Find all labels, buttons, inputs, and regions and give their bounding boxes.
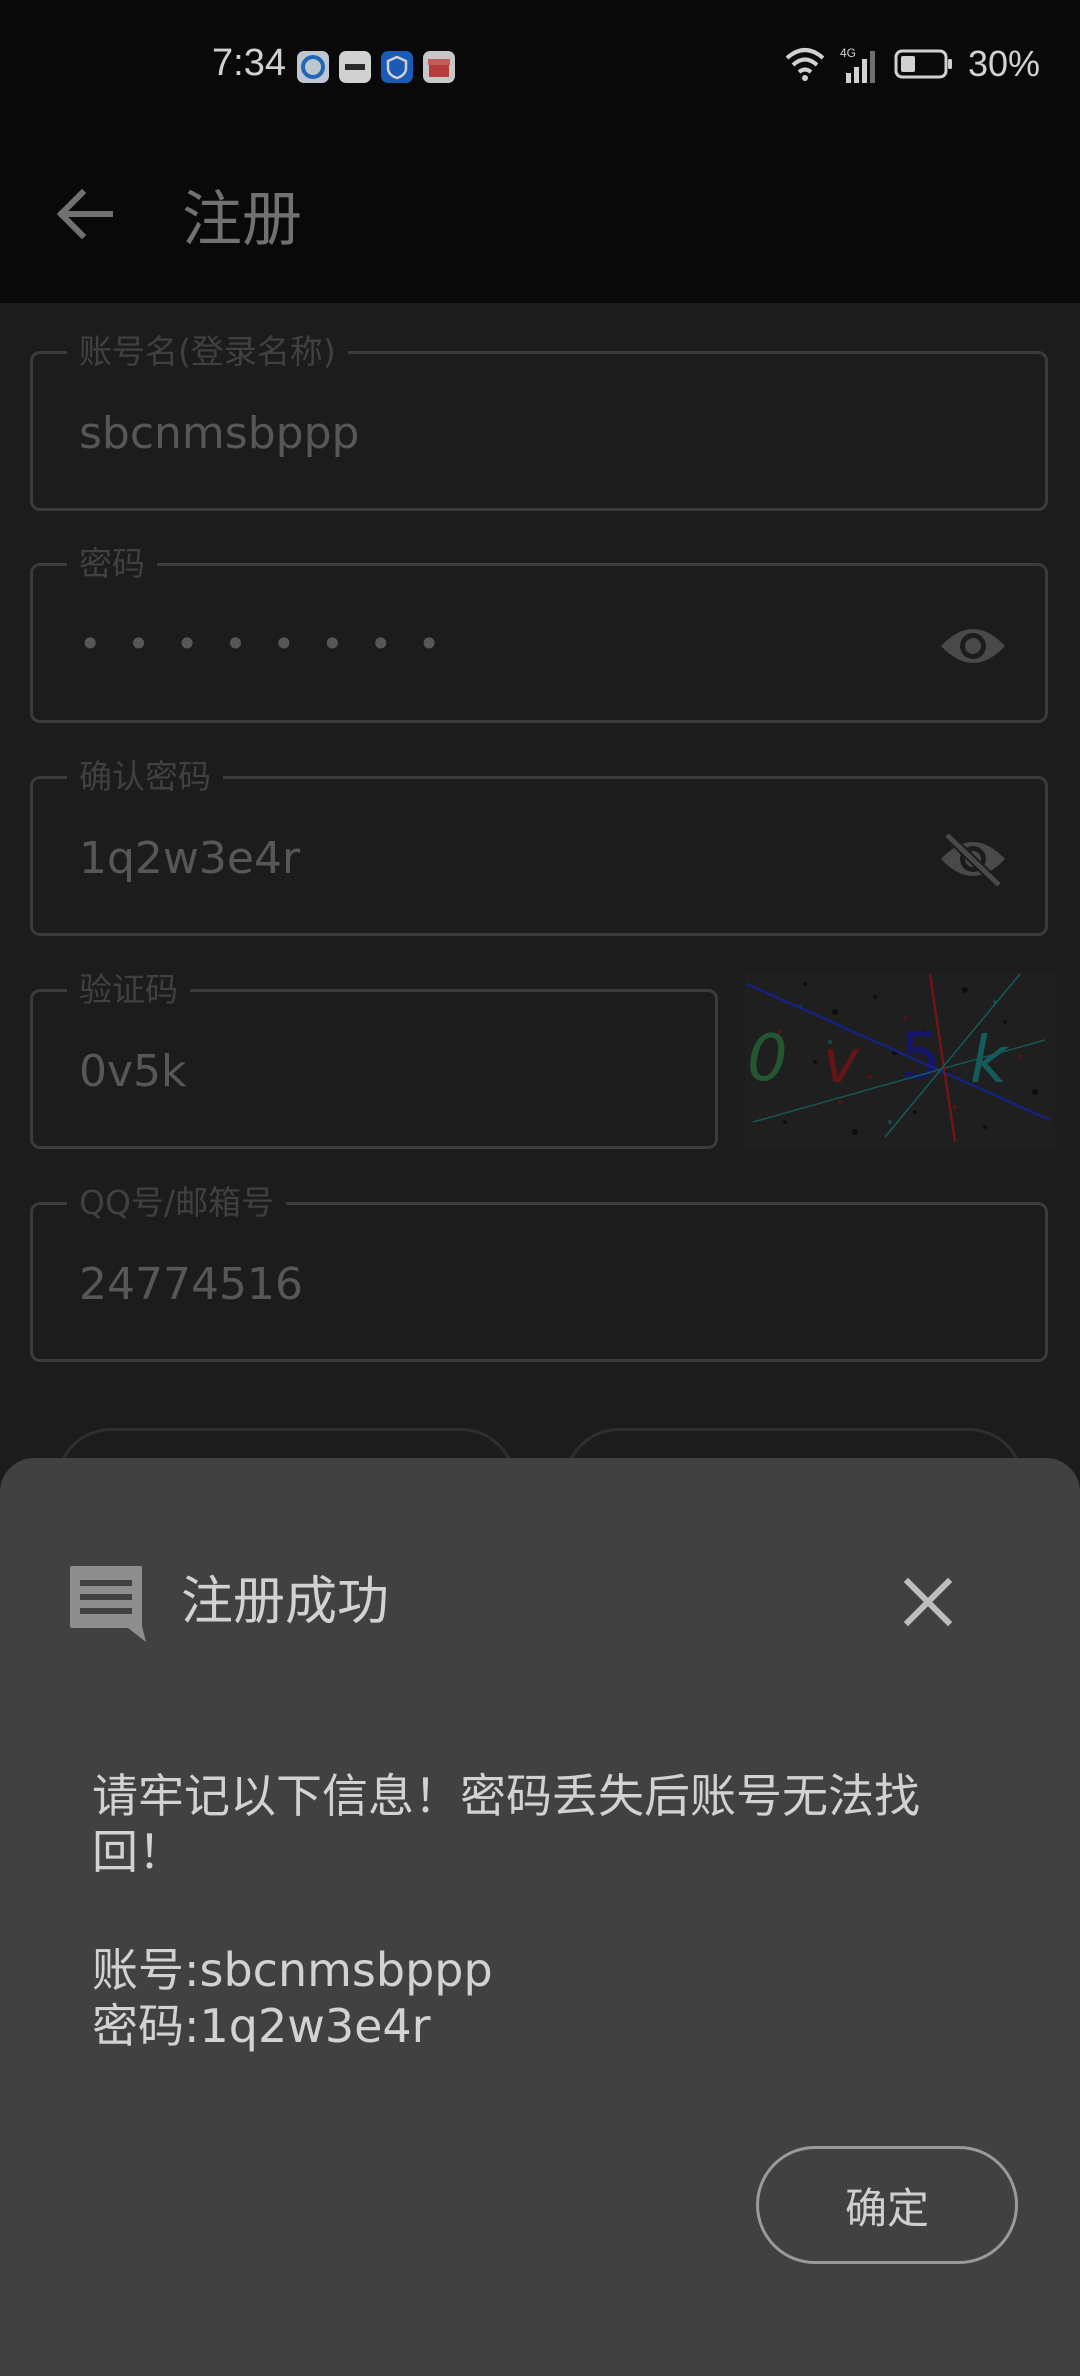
confirm-button[interactable]: 确定 [756,2146,1018,2264]
dialog-warning-text: 请牢记以下信息！密码丢失后账号无法找回！ [92,1769,920,1879]
dialog-message: 请牢记以下信息！密码丢失后账号无法找回！ 账号:sbcnmsbppp 密码:1q… [92,1768,992,2054]
message-icon [70,1566,146,1642]
close-icon[interactable] [896,1570,960,1634]
dialog-account-line: 账号:sbcnmsbppp [92,1943,493,1997]
dialog-password-line: 密码:1q2w3e4r [92,1999,431,2053]
dialog-title: 注册成功 [181,1572,390,1632]
success-dialog: 注册成功 请牢记以下信息！密码丢失后账号无法找回！ 账号:sbcnmsbppp … [0,1458,1080,2376]
register-screen: 7:34 4G 30% 注册 账号名(登录名称) sbcnmsbppp 密码 •… [0,0,1080,2376]
